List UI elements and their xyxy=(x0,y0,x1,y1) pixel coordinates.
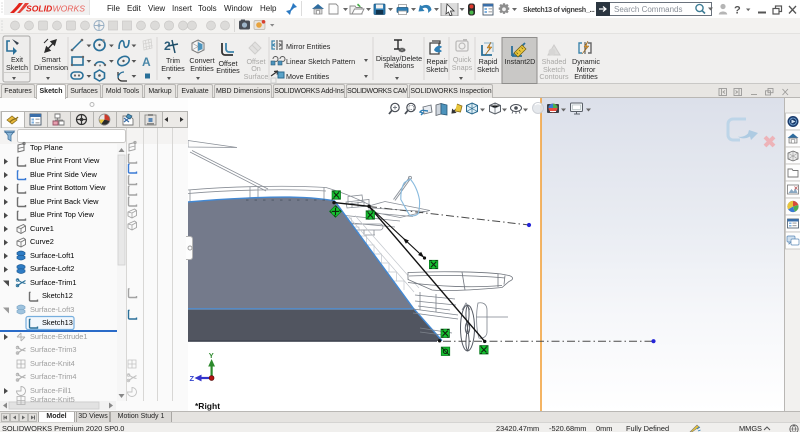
svg-text:Z: Z xyxy=(190,374,195,383)
svg-text:SOLID: SOLID xyxy=(26,4,52,14)
svg-text:Y: Y xyxy=(209,351,214,360)
svg-text:WORKS: WORKS xyxy=(53,4,86,14)
svg-text:?: ? xyxy=(734,5,741,17)
svg-text:*Right: *Right xyxy=(195,401,220,411)
svg-text:A: A xyxy=(142,55,151,69)
